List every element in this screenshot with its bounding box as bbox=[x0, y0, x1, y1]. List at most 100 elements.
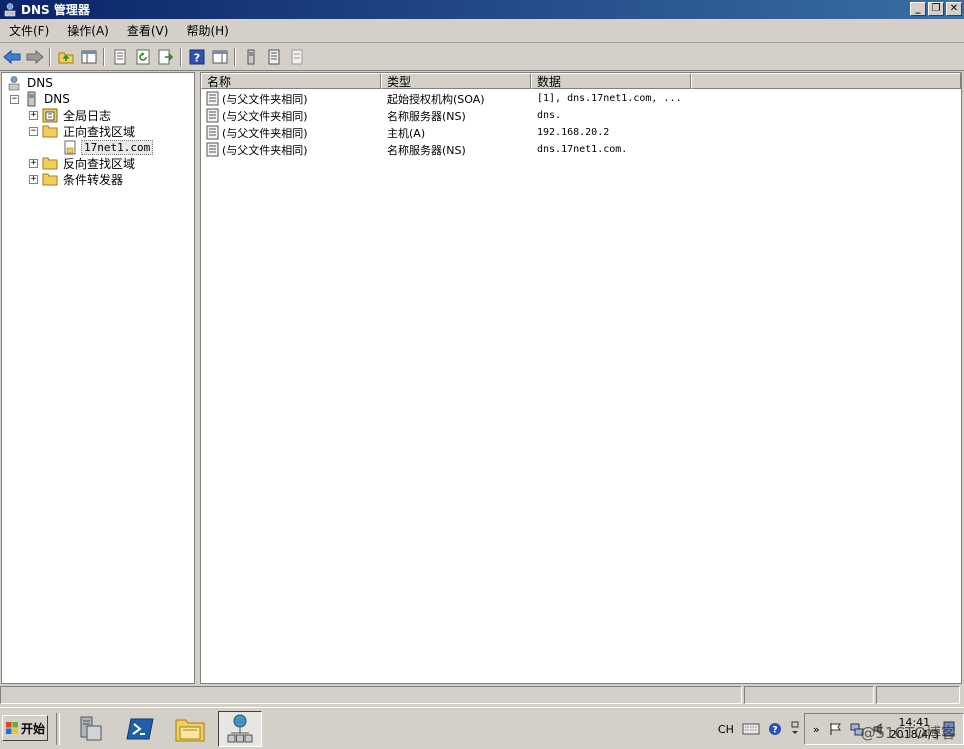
server-icon bbox=[247, 49, 255, 64]
collapse-toggle[interactable]: − bbox=[10, 94, 19, 104]
status-bar bbox=[0, 686, 964, 706]
tree-item-dns-root[interactable]: DNS bbox=[6, 75, 55, 91]
taskbar-dns-manager[interactable] bbox=[218, 711, 262, 747]
dns-app-icon bbox=[4, 2, 16, 16]
taskbar-powershell[interactable] bbox=[118, 711, 162, 747]
menu-bar: 文件(F) 操作(A) 查看(V) 帮助(H) bbox=[0, 20, 964, 43]
zone-icon bbox=[62, 139, 78, 155]
record-type: 名称服务器(NS) bbox=[387, 109, 466, 123]
up-folder-button[interactable] bbox=[55, 46, 77, 68]
record-data: [1], dns.17net1.com, ... bbox=[537, 93, 682, 104]
back-button[interactable] bbox=[1, 46, 23, 68]
tree-item-server[interactable]: − DNS bbox=[10, 91, 72, 107]
toolbar: ? bbox=[0, 43, 964, 71]
refresh-button[interactable] bbox=[132, 46, 154, 68]
record-icon bbox=[268, 49, 280, 64]
menu-file[interactable]: 文件(F) bbox=[0, 20, 58, 42]
tree-label: DNS bbox=[27, 76, 53, 90]
table-row[interactable]: (与父文件夹相同) 名称服务器(NS) dns.17net1.com. bbox=[201, 141, 691, 158]
server-button[interactable] bbox=[240, 46, 262, 68]
taskbar-separator bbox=[56, 713, 60, 745]
action-center-flag-icon[interactable] bbox=[828, 722, 842, 736]
column-header-name[interactable]: 名称 bbox=[201, 73, 381, 89]
properties-icon bbox=[114, 49, 126, 64]
tree-label: DNS bbox=[44, 92, 70, 106]
record-icon bbox=[206, 108, 219, 123]
delete-record-icon bbox=[291, 49, 303, 64]
title-bar: DNS 管理器 _ ❐ ✕ bbox=[0, 0, 964, 19]
expand-toggle[interactable]: + bbox=[29, 174, 38, 184]
restore-button[interactable]: ❐ bbox=[928, 2, 944, 16]
svg-text:?: ? bbox=[194, 51, 200, 64]
menu-view[interactable]: 查看(V) bbox=[118, 20, 178, 42]
expand-toggle[interactable]: + bbox=[29, 158, 38, 168]
toolbar-separator bbox=[234, 47, 236, 66]
delete-record-button[interactable] bbox=[286, 46, 308, 68]
record-type: 名称服务器(NS) bbox=[387, 143, 466, 157]
menu-action[interactable]: 操作(A) bbox=[58, 20, 118, 42]
collapse-toggle[interactable]: − bbox=[29, 126, 38, 136]
tree-item-conditional-forwarders[interactable]: + 条件转发器 bbox=[29, 171, 125, 187]
column-header-data[interactable]: 数据 bbox=[531, 73, 691, 89]
forward-button[interactable] bbox=[24, 46, 46, 68]
record-name: (与父文件夹相同) bbox=[222, 126, 308, 140]
toolbar-separator bbox=[103, 47, 105, 66]
column-header-type[interactable]: 类型 bbox=[381, 73, 531, 89]
taskbar-server-manager[interactable] bbox=[68, 711, 112, 747]
event-log-icon bbox=[42, 107, 58, 123]
keyboard-icon[interactable] bbox=[742, 723, 760, 735]
tree-item-zone-17net1[interactable]: 17net1.com bbox=[62, 139, 154, 155]
up-folder-icon bbox=[58, 52, 74, 63]
tree-item-forward-zones[interactable]: − 正向查找区域 bbox=[29, 123, 137, 139]
folder-explorer-icon bbox=[175, 719, 205, 742]
export-list-button[interactable] bbox=[155, 46, 177, 68]
status-panel-main bbox=[0, 686, 742, 704]
windows-logo-icon bbox=[6, 722, 18, 734]
help-icon: ? bbox=[189, 49, 205, 64]
svg-text:?: ? bbox=[772, 726, 777, 736]
properties-button[interactable] bbox=[109, 46, 131, 68]
action-pane-button[interactable] bbox=[209, 46, 231, 68]
language-indicator[interactable]: CH bbox=[718, 723, 734, 736]
ime-options-icon[interactable] bbox=[790, 721, 800, 737]
powershell-icon bbox=[126, 718, 154, 740]
tray-expand[interactable]: » bbox=[813, 723, 820, 736]
action-pane-icon bbox=[212, 50, 228, 63]
record-data: 192.168.20.2 bbox=[537, 127, 610, 138]
new-record-button[interactable] bbox=[263, 46, 285, 68]
record-name: (与父文件夹相同) bbox=[222, 109, 308, 123]
records-list: 名称 类型 数据 (与父文件夹相同) 起始授权机构(SOA) [1], dns.… bbox=[200, 72, 962, 684]
minimize-button[interactable]: _ bbox=[910, 2, 926, 16]
help-button[interactable]: ? bbox=[186, 46, 208, 68]
start-label: 开始 bbox=[21, 721, 46, 736]
folder-icon bbox=[42, 155, 58, 171]
table-row[interactable]: (与父文件夹相同) 主机(A) 192.168.20.2 bbox=[201, 124, 691, 141]
tree-label: 17net1.com bbox=[81, 139, 154, 155]
tree-item-global-logs[interactable]: + 全局日志 bbox=[29, 107, 113, 123]
tree-label: 反向查找区域 bbox=[63, 156, 136, 171]
start-button[interactable]: 开始 bbox=[2, 715, 48, 741]
record-data: dns.17net1.com. bbox=[537, 144, 628, 155]
console-tree: DNS − DNS + 全局日志 − 正向查找区域 17net1.com + 反… bbox=[1, 72, 195, 684]
status-panel-3 bbox=[876, 686, 960, 704]
tree-label: 正向查找区域 bbox=[63, 124, 136, 139]
column-header-filler bbox=[691, 73, 961, 89]
help-circle-icon[interactable]: ? bbox=[768, 722, 782, 736]
close-button[interactable]: ✕ bbox=[946, 2, 962, 16]
server-icon bbox=[23, 91, 39, 107]
dns-manager-icon bbox=[227, 714, 253, 743]
record-icon bbox=[206, 91, 219, 106]
record-icon bbox=[206, 125, 219, 140]
menu-help[interactable]: 帮助(H) bbox=[177, 20, 237, 42]
tree-item-reverse-zones[interactable]: + 反向查找区域 bbox=[29, 155, 137, 171]
tree-label: 全局日志 bbox=[63, 108, 112, 123]
dns-root-icon bbox=[6, 75, 22, 91]
taskbar-explorer[interactable] bbox=[168, 711, 212, 747]
show-hide-tree-button[interactable] bbox=[78, 46, 100, 68]
expand-toggle[interactable]: + bbox=[29, 110, 38, 120]
tree-label: 条件转发器 bbox=[63, 172, 124, 187]
record-name: (与父文件夹相同) bbox=[222, 143, 308, 157]
server-manager-icon bbox=[80, 716, 102, 741]
table-row[interactable]: (与父文件夹相同) 起始授权机构(SOA) [1], dns.17net1.co… bbox=[201, 90, 691, 107]
table-row[interactable]: (与父文件夹相同) 名称服务器(NS) dns. bbox=[201, 107, 691, 124]
